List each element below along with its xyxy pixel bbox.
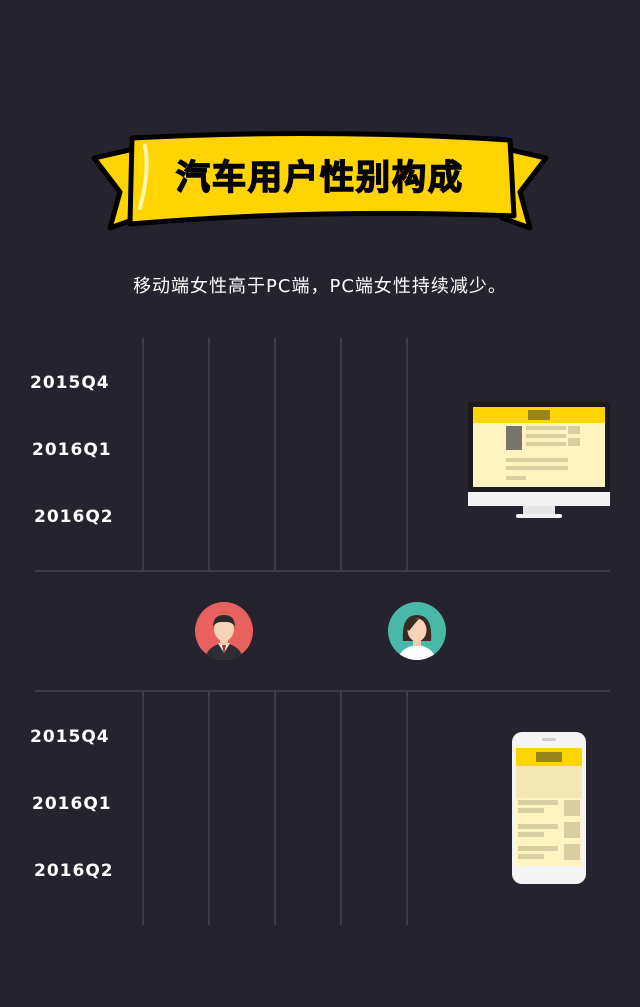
- grid-line: [208, 338, 210, 570]
- grid-line: [274, 338, 276, 570]
- desktop-monitor-icon: [468, 402, 610, 518]
- female-avatar-icon: [388, 602, 446, 660]
- grid-line: [142, 692, 144, 925]
- grid-line: [142, 338, 144, 570]
- grid-line: [208, 692, 210, 925]
- grid-line: [406, 338, 408, 570]
- male-avatar-icon: [195, 602, 253, 660]
- tick-label: 2016Q2: [34, 861, 114, 881]
- divider: [35, 690, 610, 692]
- tick-label: 2016Q1: [32, 794, 112, 814]
- divider: [35, 570, 610, 572]
- tick-label: 2015Q4: [30, 727, 110, 747]
- tick-label: 2016Q1: [32, 440, 112, 460]
- grid-line: [406, 692, 408, 925]
- subtitle: 移动端女性高于PC端，PC端女性持续减少。: [133, 276, 507, 297]
- tick-label: 2015Q4: [30, 373, 110, 393]
- grid-line: [274, 692, 276, 925]
- grid-line: [340, 692, 342, 925]
- tick-label: 2016Q2: [34, 507, 114, 527]
- grid-line: [340, 338, 342, 570]
- smartphone-icon: [512, 732, 586, 884]
- page-title: 汽车用户性别构成: [175, 157, 464, 199]
